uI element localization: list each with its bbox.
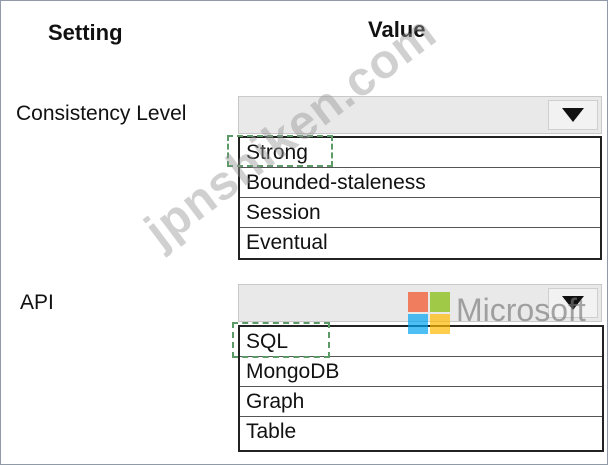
- consistency-level-label: Consistency Level: [16, 102, 187, 125]
- microsoft-logo-icon: [408, 292, 452, 336]
- value-header: Value: [368, 17, 426, 42]
- consistency-level-dropdown-button[interactable]: [548, 100, 598, 130]
- option-mongodb[interactable]: MongoDB: [240, 357, 602, 387]
- option-table[interactable]: Table: [240, 417, 602, 447]
- setting-header: Setting: [48, 20, 123, 45]
- option-graph[interactable]: Graph: [240, 387, 602, 417]
- option-bounded-staleness[interactable]: Bounded-staleness: [240, 168, 600, 198]
- option-session[interactable]: Session: [240, 198, 600, 228]
- microsoft-watermark-text: Microsoft: [456, 292, 586, 328]
- option-eventual[interactable]: Eventual: [240, 228, 600, 258]
- api-label: API: [20, 291, 54, 314]
- consistency-level-dropdown[interactable]: [238, 96, 602, 134]
- selected-answer-highlight: [232, 322, 330, 358]
- selected-answer-highlight: [227, 135, 333, 167]
- chevron-down-icon: [562, 108, 584, 122]
